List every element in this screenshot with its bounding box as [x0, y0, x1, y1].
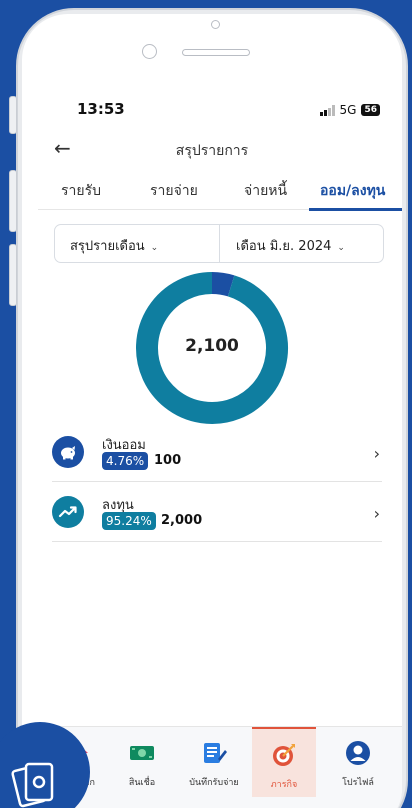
nav-record[interactable]: บันทึกรับจ่าย — [182, 727, 246, 797]
nav-profile[interactable]: โปรไฟล์ — [326, 727, 390, 797]
status-bar: 13:53 5G 56 — [22, 100, 402, 122]
tab-debt-payment[interactable]: จ่ายหนี้ — [244, 180, 287, 202]
nav-loans[interactable]: สินเชื่อ — [110, 727, 174, 797]
status-time: 13:53 — [77, 100, 125, 118]
target-icon — [273, 744, 295, 766]
page-title: สรุปรายการ — [175, 143, 249, 159]
percent-badge: 4.76% — [102, 452, 149, 470]
phone-volume-up-button — [9, 170, 17, 232]
donut-slice-savings — [211, 272, 235, 297]
summary-type-dropdown[interactable]: สรุปรายเดือน ⌄ — [70, 235, 158, 256]
tab-savings-investment[interactable]: ออม/ลงทุน — [320, 180, 385, 202]
month-dropdown[interactable]: เดือน มิ.ย. 2024 ⌄ — [236, 235, 345, 256]
selector-divider — [219, 225, 220, 262]
donut-total-label: 2,100 — [185, 336, 239, 356]
list-item-savings[interactable]: เงินออม 4.76% 100 › — [52, 422, 382, 482]
status-indicators: 5G 56 — [320, 103, 380, 117]
earpiece-speaker — [182, 49, 250, 56]
battery-icon: 56 — [361, 104, 380, 116]
front-camera — [142, 44, 157, 59]
money-bills-icon — [11, 762, 54, 808]
item-amount: 2,000 — [161, 513, 203, 528]
nav-label: ภารกิจ — [270, 780, 298, 790]
chevron-down-icon: ⌄ — [337, 243, 345, 253]
tab-income[interactable]: รายรับ — [61, 180, 101, 202]
category-tabs: รายรับ รายจ่าย จ่ายหนี้ ออม/ลงทุน — [38, 176, 402, 211]
phone-volume-down-button — [9, 244, 17, 306]
piggy-bank-icon — [52, 436, 84, 468]
notebook-icon — [204, 743, 227, 763]
active-tab-indicator — [309, 208, 402, 211]
trend-up-icon — [52, 496, 84, 528]
chevron-right-icon: › — [373, 444, 380, 463]
profile-icon — [346, 741, 370, 765]
phone-screen: 13:53 5G 56 ← สรุปรายการ รายรับ รายจ่าย … — [22, 14, 402, 808]
signal-icon — [320, 104, 335, 116]
nav-label: สินเชื่อ — [128, 778, 156, 788]
phone-side-button — [9, 96, 17, 134]
nav-label: โปรไฟล์ — [342, 778, 374, 788]
chevron-right-icon: › — [373, 504, 380, 523]
tab-expense[interactable]: รายจ่าย — [150, 180, 198, 202]
chevron-down-icon: ⌄ — [150, 243, 159, 253]
summary-type-value: สรุปรายเดือน — [70, 239, 145, 254]
sensor-dot — [211, 20, 220, 29]
nav-missions[interactable]: ภารกิจ — [252, 727, 316, 797]
money-icon — [130, 746, 154, 760]
network-type: 5G — [339, 103, 357, 117]
nav-label: บันทึกรับจ่าย — [189, 778, 239, 788]
month-value: เดือน มิ.ย. 2024 — [236, 239, 332, 254]
filter-selectors: สรุปรายเดือน ⌄ เดือน มิ.ย. 2024 ⌄ — [54, 224, 384, 263]
list-item-investment[interactable]: ลงทุน 95.24% 2,000 › — [52, 482, 382, 542]
app-header: ← สรุปรายการ — [22, 134, 402, 164]
item-amount: 100 — [154, 453, 182, 468]
percent-badge: 95.24% — [102, 512, 156, 530]
